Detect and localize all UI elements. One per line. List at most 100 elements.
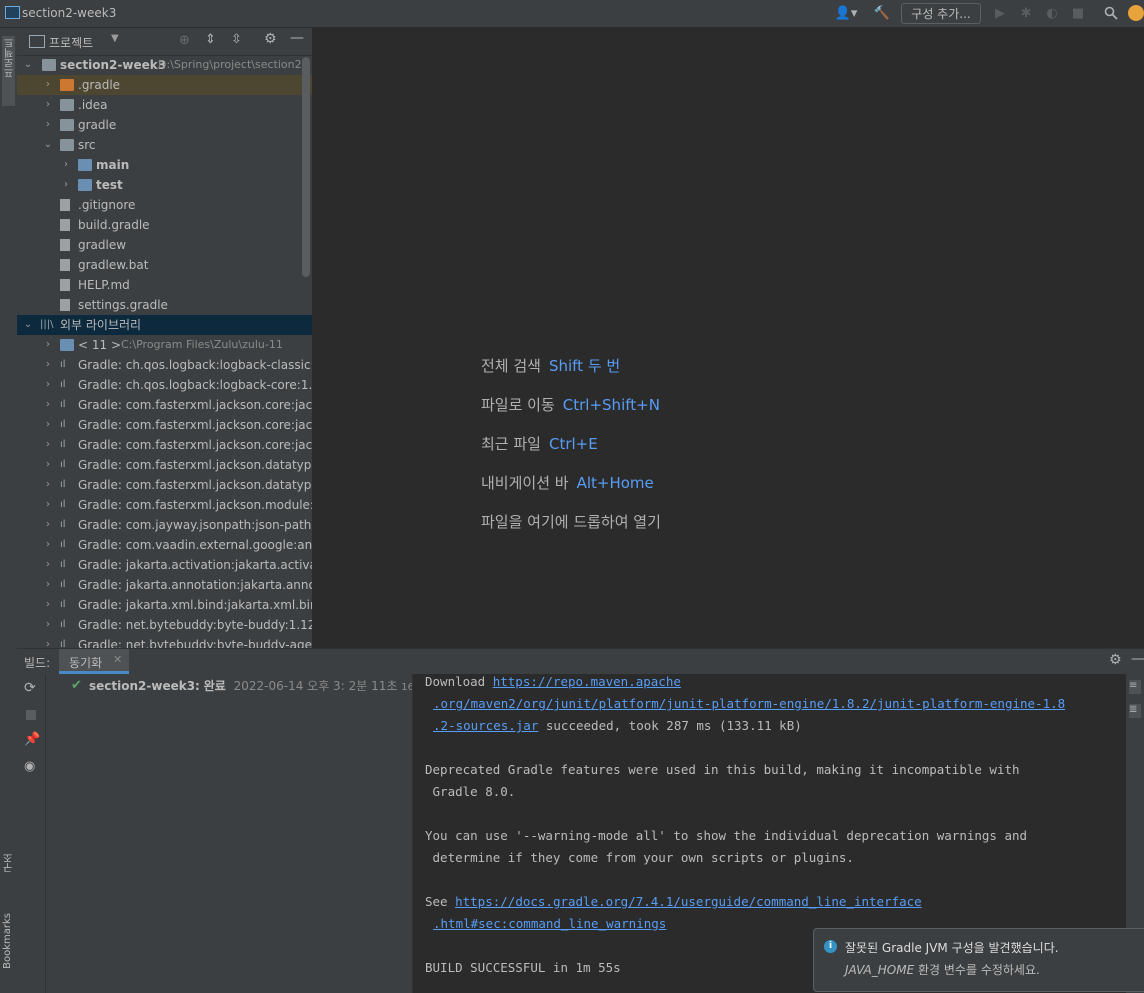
tree-item[interactable]: build.gradle — [17, 215, 312, 235]
chevron-right-icon[interactable]: › — [42, 375, 54, 395]
update-notification-icon[interactable] — [1128, 5, 1144, 21]
project-tree-scrollbar[interactable] — [302, 57, 310, 277]
tree-item[interactable]: gradlew.bat — [17, 255, 312, 275]
gradle-docs-link-cont[interactable]: .html#sec:command_line_warnings — [433, 916, 666, 931]
chevron-right-icon[interactable]: › — [42, 475, 54, 495]
tree-library-item[interactable]: › ıl Gradle: ch.qos.logback:logback-classi… — [17, 355, 312, 375]
project-tool-tab[interactable]: 프로젝트 — [2, 36, 16, 106]
tree-item[interactable]: ⌄ src — [17, 135, 312, 155]
gradle-jvm-notification[interactable]: i 잘못된 Gradle JVM 구성을 발견했습니다. JAVA_HOME 환… — [813, 928, 1144, 992]
coverage-icon[interactable]: ◐ — [1042, 4, 1062, 22]
soft-wrap-icon[interactable]: ≡ — [1129, 680, 1141, 694]
chevron-right-icon[interactable]: › — [42, 395, 54, 415]
project-view-selector[interactable]: 프로젝트 — [49, 34, 93, 51]
tree-library-item[interactable]: › ıl Gradle: net.bytebuddy:byte-buddy:1.12… — [17, 615, 312, 635]
debug-icon[interactable]: ✱ — [1016, 4, 1036, 22]
gradle-file-icon — [60, 219, 70, 231]
chevron-down-icon[interactable]: ⌄ — [22, 55, 34, 75]
tree-root-project[interactable]: ⌄ section2-week3 D:\Spring\project\secti… — [17, 55, 312, 75]
tree-library-item[interactable]: › ıl Gradle: com.fasterxml.jackson.module:… — [17, 495, 312, 515]
close-icon[interactable]: ✕ — [113, 653, 122, 666]
tree-library-item[interactable]: › ıl Gradle: com.fasterxml.jackson.core:ja… — [17, 415, 312, 435]
bookmarks-tool-tab[interactable]: Bookmarks — [2, 913, 13, 969]
tree-library-item[interactable]: › ıl Gradle: com.fasterxml.jackson.datatyp… — [17, 455, 312, 475]
tree-library-item[interactable]: › ıl Gradle: jakarta.xml.bind:jakarta.xml.… — [17, 595, 312, 615]
tree-item[interactable]: gradlew — [17, 235, 312, 255]
tree-item[interactable]: .gitignore — [17, 195, 312, 215]
tree-library-item[interactable]: › ıl Gradle: ch.qos.logback:logback-core:1… — [17, 375, 312, 395]
chevron-right-icon[interactable]: › — [42, 515, 54, 535]
tree-item-label: .idea — [78, 98, 108, 112]
chevron-right-icon[interactable]: › — [42, 115, 54, 135]
pin-icon[interactable]: 📌 — [24, 732, 40, 747]
library-icon: ıl — [60, 619, 66, 630]
tree-library-item[interactable]: › ıl Gradle: jakarta.activation:jakarta.ac… — [17, 555, 312, 575]
console-line: .2-sources.jar succeeded, took 287 ms (1… — [433, 718, 802, 733]
add-configuration-button[interactable]: 구성 추가... — [901, 3, 981, 24]
tree-library-item[interactable]: › ıl Gradle: net.bytebuddy:byte-buddy-agen… — [17, 635, 312, 648]
chevron-right-icon[interactable]: › — [42, 335, 54, 355]
tree-library-item[interactable]: › ıl Gradle: com.fasterxml.jackson.core:ja… — [17, 395, 312, 415]
gradle-docs-link[interactable]: https://docs.gradle.org/7.4.1/userguide/… — [455, 894, 922, 909]
maven-download-link[interactable]: https://repo.maven.apache — [493, 674, 681, 689]
chevron-down-icon[interactable]: ▼ — [111, 33, 119, 44]
gear-icon[interactable]: ⚙ — [264, 31, 277, 47]
chevron-right-icon[interactable]: › — [42, 415, 54, 435]
chevron-right-icon[interactable]: › — [42, 455, 54, 475]
chevron-right-icon[interactable]: › — [42, 75, 54, 95]
tree-library-item[interactable]: › ıl Gradle: jakarta.annotation:jakarta.an… — [17, 575, 312, 595]
chevron-right-icon[interactable]: › — [42, 535, 54, 555]
chevron-right-icon[interactable]: › — [42, 555, 54, 575]
chevron-right-icon[interactable]: › — [60, 155, 72, 175]
tree-item[interactable]: › gradle — [17, 115, 312, 135]
hide-panel-icon[interactable]: — — [290, 30, 304, 46]
tree-jdk-item[interactable]: › < 11 > C:\Program Files\Zulu\zulu-11 — [17, 335, 312, 355]
tree-library-item[interactable]: › ıl Gradle: com.vaadin.external.google:an… — [17, 535, 312, 555]
chevron-right-icon[interactable]: › — [42, 635, 54, 648]
library-icon: ıl — [60, 419, 66, 430]
run-icon[interactable]: ▶ — [990, 4, 1010, 22]
console-line: Deprecated Gradle features were used in … — [425, 762, 1020, 777]
refresh-icon[interactable]: ⟳ — [24, 680, 36, 696]
tree-item[interactable]: › main — [17, 155, 312, 175]
tab-sync[interactable]: 동기화 ✕ — [59, 649, 129, 674]
maven-download-link-end[interactable]: .2-sources.jar — [433, 718, 538, 733]
tree-item[interactable]: settings.gradle — [17, 295, 312, 315]
chevron-right-icon[interactable]: › — [42, 595, 54, 615]
structure-tool-tab[interactable]: 구조 — [2, 853, 17, 873]
stop-icon[interactable] — [26, 710, 36, 720]
tree-item[interactable]: › .idea — [17, 95, 312, 115]
chevron-right-icon[interactable]: › — [42, 495, 54, 515]
tree-library-item[interactable]: › ıl Gradle: com.jayway.jsonpath:json-path… — [17, 515, 312, 535]
tree-external-libraries[interactable]: ⌄ |||\ 외부 라이브러리 — [17, 315, 312, 335]
chevron-right-icon[interactable]: › — [42, 615, 54, 635]
build-result-row[interactable]: section2-week3: 완료 2022-06-14 오후 3: 2분 1… — [89, 677, 435, 694]
locate-icon[interactable]: ⊕ — [179, 33, 190, 48]
expand-all-icon[interactable]: ⇕ — [205, 32, 216, 47]
tree-item[interactable]: HELP.md — [17, 275, 312, 295]
chevron-right-icon[interactable]: › — [42, 575, 54, 595]
tree-item[interactable]: › test — [17, 175, 312, 195]
eye-icon[interactable]: ◉ — [24, 759, 35, 774]
success-check-icon: ✔ — [71, 678, 82, 693]
maven-download-link-cont[interactable]: .org/maven2/org/junit/platform/junit-pla… — [433, 696, 1065, 711]
tree-library-item[interactable]: › ıl Gradle: com.fasterxml.jackson.datatyp… — [17, 475, 312, 495]
tree-library-item[interactable]: › ıl Gradle: com.fasterxml.jackson.core:ja… — [17, 435, 312, 455]
scroll-to-end-icon[interactable]: ≣ — [1129, 704, 1141, 718]
hide-panel-icon[interactable]: — — [1131, 651, 1144, 667]
library-icon: ıl — [60, 439, 66, 450]
chevron-down-icon[interactable]: ⌄ — [22, 315, 34, 335]
chevron-right-icon[interactable]: › — [42, 355, 54, 375]
chevron-right-icon[interactable]: › — [60, 175, 72, 195]
gear-icon[interactable]: ⚙ — [1109, 652, 1122, 668]
chevron-right-icon[interactable]: › — [42, 435, 54, 455]
chevron-down-icon[interactable]: ⌄ — [42, 135, 54, 155]
tree-item[interactable]: › .gradle — [17, 75, 312, 95]
build-hammer-icon[interactable]: 🔨 — [872, 4, 892, 22]
library-icon: ıl — [60, 499, 66, 510]
user-menu-icon[interactable]: 👤▾ — [832, 4, 860, 22]
stop-icon[interactable]: ■ — [1068, 4, 1088, 22]
search-icon[interactable] — [1101, 4, 1121, 22]
chevron-right-icon[interactable]: › — [42, 95, 54, 115]
collapse-all-icon[interactable]: ⇳ — [231, 32, 242, 47]
